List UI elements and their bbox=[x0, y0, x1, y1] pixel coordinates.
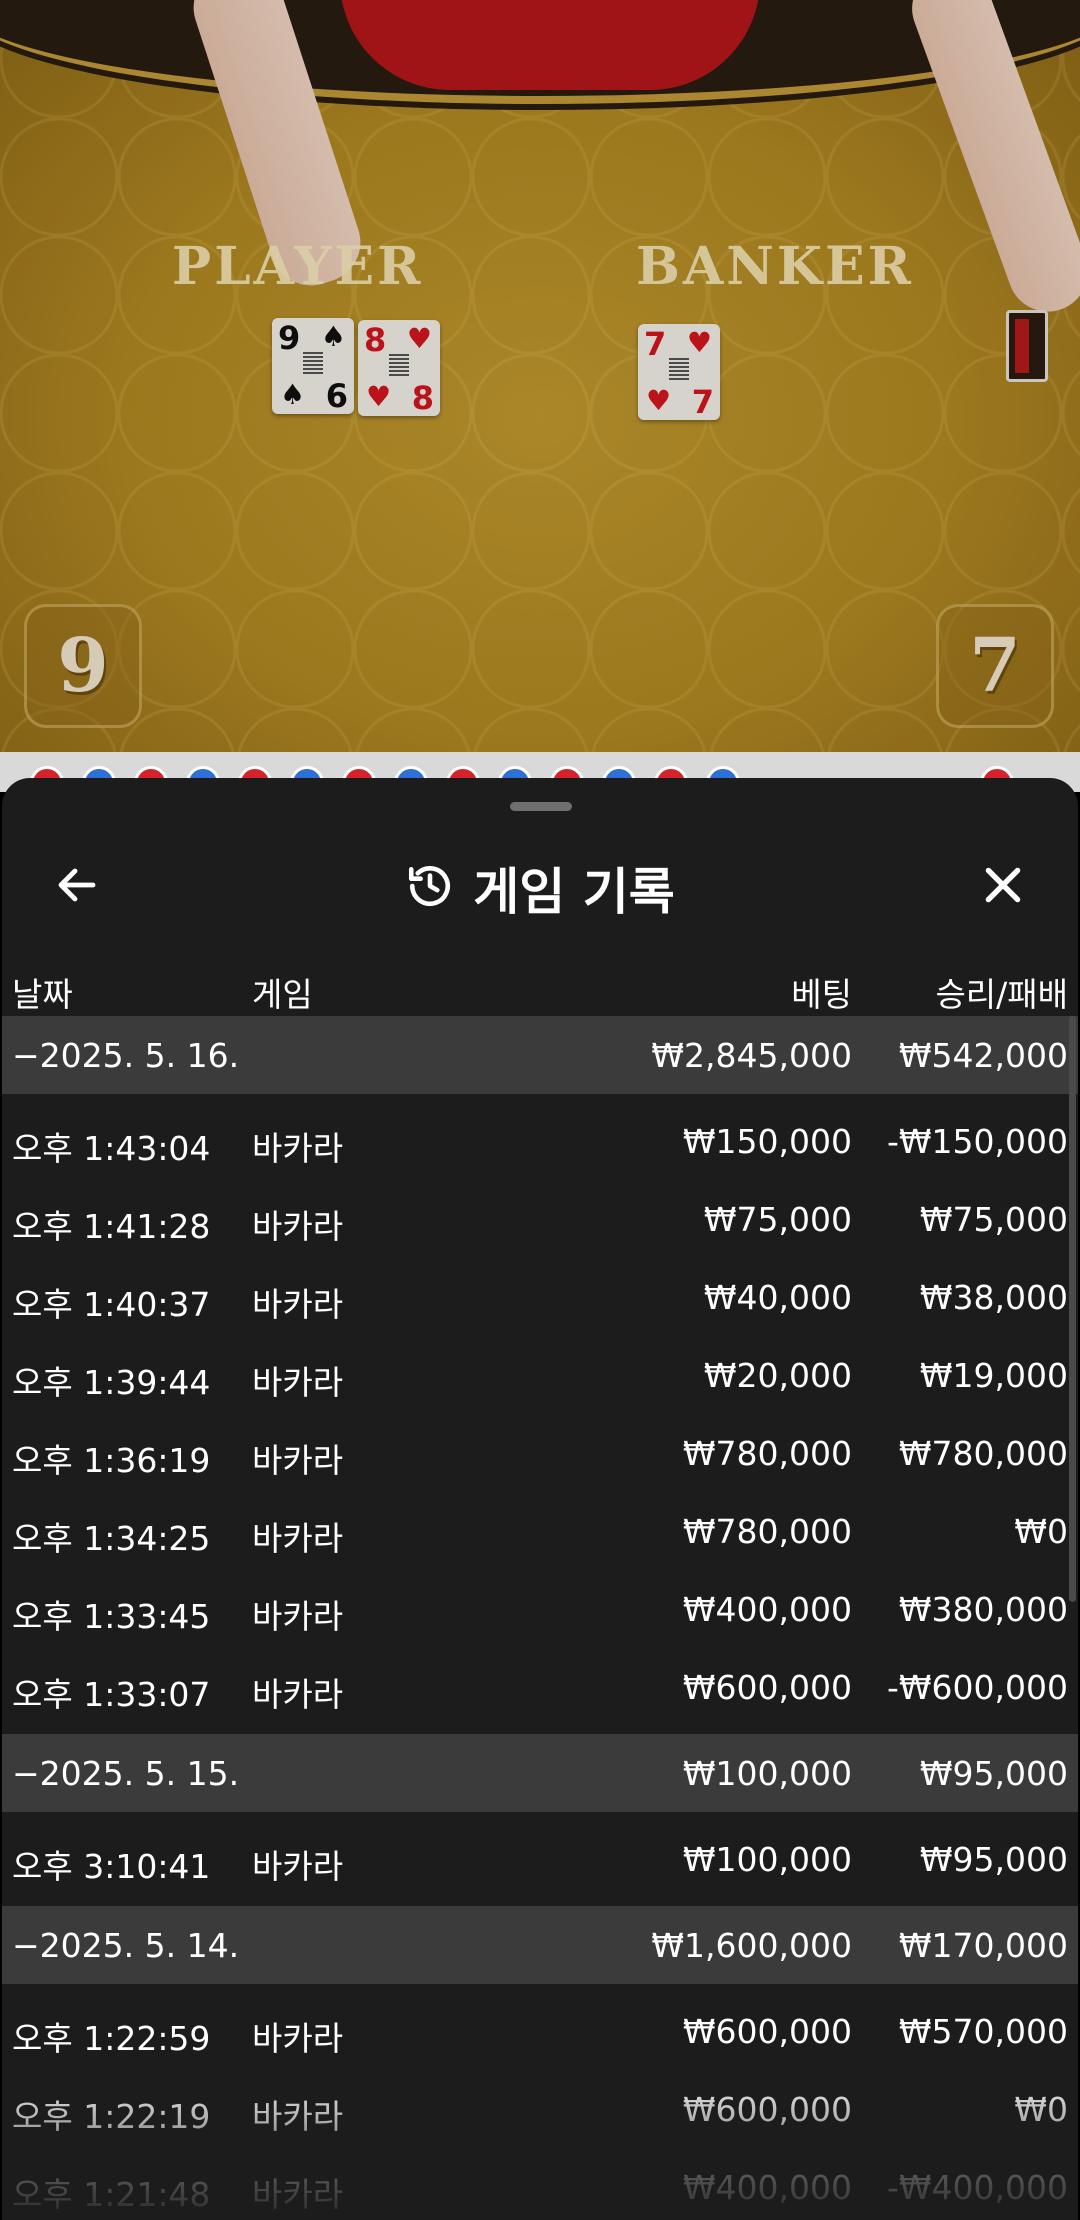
row-game: 바카라 bbox=[252, 2019, 344, 2058]
group-date: −2025. 5. 14. bbox=[12, 1926, 240, 1965]
date-group-row[interactable]: −2025. 5. 16. ₩2,845,000 ₩542,000 bbox=[2, 1016, 1078, 1094]
back-button[interactable] bbox=[42, 852, 112, 922]
row-game: 바카라 bbox=[252, 1597, 344, 1636]
row-time: 오후 1:22:19 bbox=[12, 2097, 211, 2136]
row-result: ₩38,000 bbox=[919, 1278, 1068, 1317]
panel-title: 게임 기록 bbox=[473, 863, 675, 921]
group-total-result: ₩170,000 bbox=[898, 1926, 1068, 1965]
row-time: 오후 3:10:41 bbox=[12, 1847, 211, 1886]
row-result: ₩0 bbox=[1014, 2090, 1068, 2129]
history-row[interactable]: 오후 1:33:45 바카라 ₩400,000 ₩380,000 bbox=[2, 1570, 1078, 1648]
row-result: ₩570,000 bbox=[898, 2012, 1068, 2051]
row-time: 오후 1:34:25 bbox=[12, 1519, 211, 1558]
group-total-bet: ₩100,000 bbox=[682, 1754, 852, 1793]
game-history-panel: 게임 기록 날짜 게임 베팅 승리/패배 −2025. 5. 16. ₩2,84… bbox=[2, 778, 1078, 2220]
row-game: 바카라 bbox=[252, 1847, 344, 1886]
row-time: 오후 1:41:28 bbox=[12, 1207, 211, 1246]
row-time: 오후 1:22:59 bbox=[12, 2019, 211, 2058]
table-header: 날짜 게임 베팅 승리/패배 bbox=[2, 952, 1078, 1022]
row-game: 바카라 bbox=[252, 2097, 344, 2136]
history-row[interactable]: 오후 1:33:07 바카라 ₩600,000 -₩600,000 bbox=[2, 1648, 1078, 1726]
history-row[interactable]: 오후 1:39:44 바카라 ₩20,000 ₩19,000 bbox=[2, 1336, 1078, 1414]
group-total-result: ₩542,000 bbox=[898, 1036, 1068, 1075]
group-total-bet: ₩2,845,000 bbox=[651, 1036, 852, 1075]
row-bet: ₩600,000 bbox=[682, 2012, 852, 2051]
row-game: 바카라 bbox=[252, 1363, 344, 1402]
history-row[interactable]: 오후 1:41:28 바카라 ₩75,000 ₩75,000 bbox=[2, 1180, 1078, 1258]
video-dim-overlay bbox=[0, 0, 1080, 760]
column-header-date[interactable]: 날짜 bbox=[12, 968, 73, 1016]
row-result: -₩600,000 bbox=[886, 1668, 1068, 1707]
row-bet: ₩20,000 bbox=[703, 1356, 852, 1395]
row-time: 오후 1:43:04 bbox=[12, 1129, 211, 1168]
date-group-row[interactable]: −2025. 5. 15. ₩100,000 ₩95,000 bbox=[2, 1734, 1078, 1812]
row-bet: ₩75,000 bbox=[703, 1200, 852, 1239]
history-row[interactable]: 오후 1:21:48 바카라 ₩400,000 -₩400,000 bbox=[2, 2148, 1078, 2220]
history-row[interactable]: 오후 1:43:04 바카라 ₩150,000 -₩150,000 bbox=[2, 1102, 1078, 1180]
group-total-result: ₩95,000 bbox=[919, 1754, 1068, 1793]
row-game: 바카라 bbox=[252, 1441, 344, 1480]
group-date: −2025. 5. 16. bbox=[12, 1036, 240, 1075]
history-icon bbox=[405, 861, 455, 915]
close-icon bbox=[978, 860, 1028, 914]
row-bet: ₩780,000 bbox=[682, 1434, 852, 1473]
row-bet: ₩150,000 bbox=[682, 1122, 852, 1161]
column-header-result[interactable]: 승리/패배 bbox=[935, 968, 1068, 1016]
row-bet: ₩600,000 bbox=[682, 2090, 852, 2129]
history-row[interactable]: 오후 3:10:41 바카라 ₩100,000 ₩95,000 bbox=[2, 1820, 1078, 1898]
row-bet: ₩400,000 bbox=[682, 2168, 852, 2207]
row-time: 오후 1:40:37 bbox=[12, 1285, 211, 1324]
row-game: 바카라 bbox=[252, 1519, 344, 1558]
row-game: 바카라 bbox=[252, 1675, 344, 1714]
row-result: -₩400,000 bbox=[886, 2168, 1068, 2207]
panel-title-group: 게임 기록 bbox=[2, 828, 1078, 948]
row-game: 바카라 bbox=[252, 1129, 344, 1168]
arrow-left-icon bbox=[53, 861, 101, 913]
row-game: 바카라 bbox=[252, 1207, 344, 1246]
row-time: 오후 1:33:07 bbox=[12, 1675, 211, 1714]
close-button[interactable] bbox=[968, 852, 1038, 922]
row-bet: ₩780,000 bbox=[682, 1512, 852, 1551]
row-time: 오후 1:39:44 bbox=[12, 1363, 211, 1402]
row-result: ₩0 bbox=[1014, 1512, 1068, 1551]
row-game: 바카라 bbox=[252, 1285, 344, 1324]
row-result: ₩75,000 bbox=[919, 1200, 1068, 1239]
column-header-bet[interactable]: 베팅 bbox=[791, 968, 852, 1016]
row-bet: ₩100,000 bbox=[682, 1840, 852, 1879]
drag-handle[interactable] bbox=[510, 802, 572, 811]
row-bet: ₩600,000 bbox=[682, 1668, 852, 1707]
history-row[interactable]: 오후 1:22:59 바카라 ₩600,000 ₩570,000 bbox=[2, 1992, 1078, 2070]
history-row[interactable]: 오후 1:34:25 바카라 ₩780,000 ₩0 bbox=[2, 1492, 1078, 1570]
history-row[interactable]: 오후 1:22:19 바카라 ₩600,000 ₩0 bbox=[2, 2070, 1078, 2148]
row-result: ₩19,000 bbox=[919, 1356, 1068, 1395]
date-group-row[interactable]: −2025. 5. 14. ₩1,600,000 ₩170,000 bbox=[2, 1906, 1078, 1984]
row-result: ₩95,000 bbox=[919, 1840, 1068, 1879]
row-result: ₩380,000 bbox=[898, 1590, 1068, 1629]
panel-header: 게임 기록 bbox=[2, 828, 1078, 948]
scrollbar[interactable] bbox=[1069, 1016, 1076, 1602]
row-time: 오후 1:21:48 bbox=[12, 2175, 211, 2214]
row-time: 오후 1:36:19 bbox=[12, 1441, 211, 1480]
history-list: −2025. 5. 16. ₩2,845,000 ₩542,000 오후 1:43:0… bbox=[2, 1016, 1078, 2220]
row-time: 오후 1:33:45 bbox=[12, 1597, 211, 1636]
column-header-game[interactable]: 게임 bbox=[252, 968, 313, 1016]
history-row[interactable]: 오후 1:40:37 바카라 ₩40,000 ₩38,000 bbox=[2, 1258, 1078, 1336]
row-result: ₩780,000 bbox=[898, 1434, 1068, 1473]
group-total-bet: ₩1,600,000 bbox=[651, 1926, 852, 1965]
row-game: 바카라 bbox=[252, 2175, 344, 2214]
group-date: −2025. 5. 15. bbox=[12, 1754, 240, 1793]
live-video-feed: PLAYER BANKER 9 ♠ ♠ 6 8 ♥ ♥ 8 7 ♥ ♥ 7 9 … bbox=[0, 0, 1080, 760]
history-row[interactable]: 오후 1:36:19 바카라 ₩780,000 ₩780,000 bbox=[2, 1414, 1078, 1492]
row-bet: ₩400,000 bbox=[682, 1590, 852, 1629]
row-bet: ₩40,000 bbox=[703, 1278, 852, 1317]
row-result: -₩150,000 bbox=[886, 1122, 1068, 1161]
